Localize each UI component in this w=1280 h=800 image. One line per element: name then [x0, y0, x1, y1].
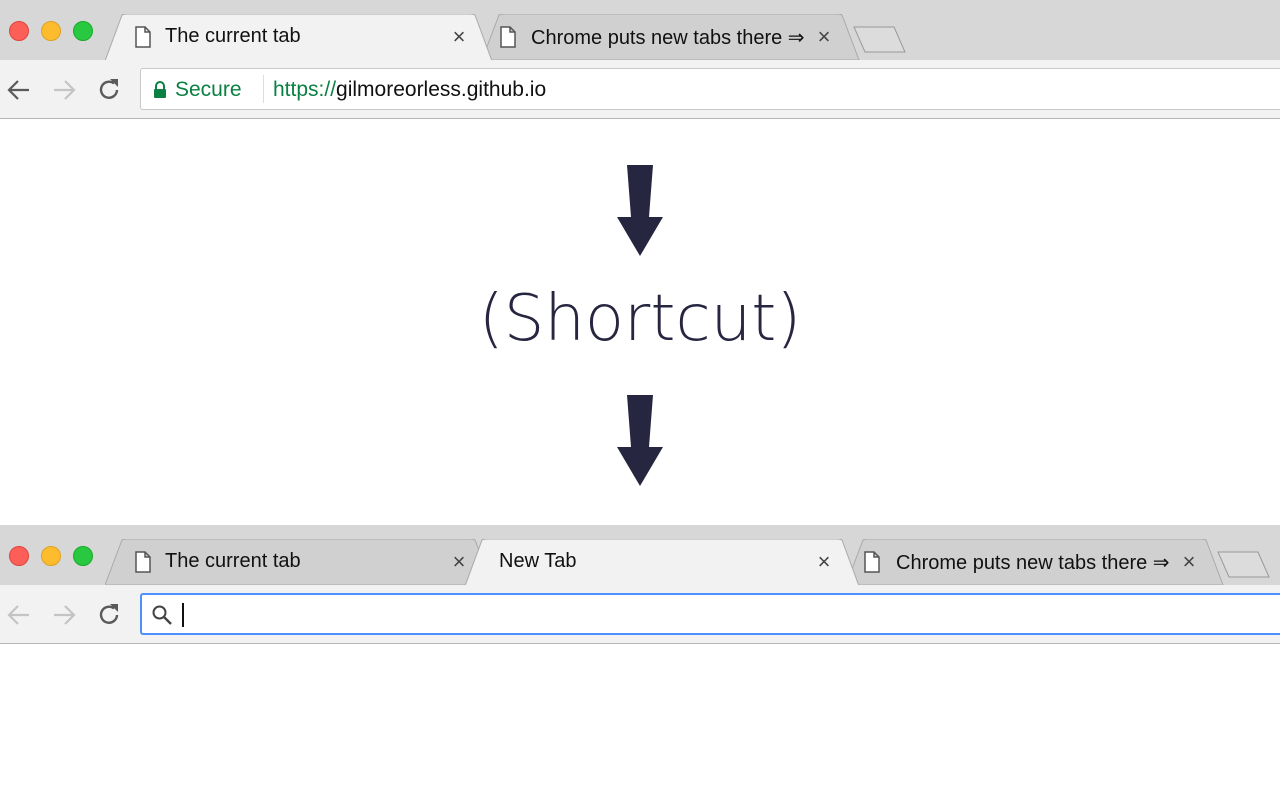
new-tab-button[interactable] [852, 26, 908, 54]
down-arrow-icon [617, 395, 663, 486]
close-tab-icon[interactable]: × [814, 24, 834, 50]
tab-new-active[interactable]: New Tab × [465, 539, 860, 586]
browser-window-after: The current tab × Chrome puts new tabs t… [0, 525, 1280, 645]
address-bar[interactable]: Secure https://gilmoreorless.github.io [140, 68, 1280, 110]
url-text: https://gilmoreorless.github.io [273, 78, 546, 102]
reload-icon[interactable] [95, 76, 123, 104]
tab-chrome-puts[interactable]: Chrome puts new tabs there ⇒ × [846, 539, 1224, 585]
minimize-window-button[interactable] [41, 21, 61, 41]
shortcut-label: (Shortcut) [478, 282, 802, 356]
close-tab-icon[interactable]: × [814, 549, 834, 575]
close-window-button[interactable] [9, 546, 29, 566]
forward-icon[interactable] [50, 76, 78, 104]
divider [263, 75, 264, 103]
tab-current[interactable]: Chrome puts new tabs there ⇒ × [482, 14, 860, 60]
new-tab-button[interactable] [1216, 551, 1276, 579]
down-arrow-icon [617, 165, 663, 256]
tab-strip: Chrome puts new tabs there ⇒ × The curre… [0, 0, 1280, 61]
zoom-window-button[interactable] [73, 546, 93, 566]
tab-title: Chrome puts new tabs there ⇒ [531, 27, 805, 49]
url-scheme: https:// [273, 78, 337, 101]
tab-active[interactable]: The current tab × [105, 14, 493, 61]
document-icon [135, 551, 151, 573]
tab-title: Chrome puts new tabs there ⇒ [896, 552, 1170, 574]
document-icon [135, 26, 151, 48]
back-icon[interactable] [5, 601, 33, 629]
close-tab-icon[interactable]: × [1179, 549, 1199, 575]
tab-current[interactable]: The current tab × [105, 539, 493, 585]
browser-window-before: Chrome puts new tabs there ⇒ × The curre… [0, 0, 1280, 120]
close-tab-icon[interactable]: × [449, 24, 469, 50]
forward-icon[interactable] [50, 601, 78, 629]
tab-title: New Tab [499, 550, 577, 572]
close-window-button[interactable] [9, 21, 29, 41]
reload-icon[interactable] [95, 601, 123, 629]
secure-label: Secure [175, 78, 242, 101]
address-bar[interactable] [140, 593, 1280, 635]
search-icon [152, 605, 172, 625]
security-indicator[interactable]: Secure [153, 78, 242, 102]
back-icon[interactable] [5, 76, 33, 104]
tab-title: The current tab [165, 550, 301, 572]
tab-title: The current tab [165, 25, 301, 47]
text-caret [182, 603, 184, 627]
url-host: gilmoreorless.github.io [336, 78, 547, 101]
lock-icon [154, 81, 166, 98]
document-icon [500, 26, 516, 48]
tab-strip: The current tab × Chrome puts new tabs t… [0, 525, 1280, 586]
zoom-window-button[interactable] [73, 21, 93, 41]
minimize-window-button[interactable] [41, 546, 61, 566]
document-icon [864, 551, 880, 573]
